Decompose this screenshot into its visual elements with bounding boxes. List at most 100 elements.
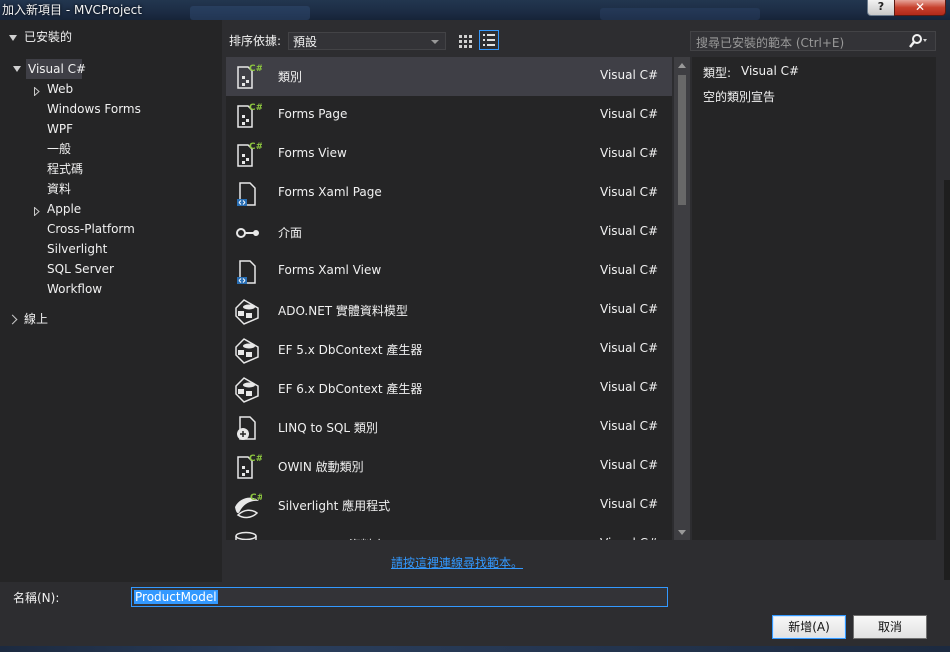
database-icon	[232, 530, 262, 540]
tree-header-installed[interactable]: 已安裝的	[24, 28, 72, 46]
chevron-down-icon	[431, 40, 439, 44]
template-row[interactable]: LINQ to SQL 類別 Visual C#	[226, 408, 672, 447]
template-name: LINQ to SQL 類別	[278, 421, 378, 435]
tree-item[interactable]: 資料	[47, 180, 71, 198]
tree-header-online[interactable]: 線上	[24, 310, 48, 328]
template-row[interactable]: C# 類別 Visual C#	[226, 57, 672, 96]
template-row[interactable]: Forms Xaml Page Visual C#	[226, 174, 672, 213]
sort-label: 排序依據:	[229, 34, 282, 48]
template-language: Visual C#	[600, 536, 658, 540]
title-bar	[0, 0, 950, 20]
tree-item[interactable]: Visual C#	[28, 60, 86, 78]
scrollbar-thumb[interactable]	[678, 75, 686, 205]
tree-collapsed-icon[interactable]	[34, 85, 40, 99]
window-title: 加入新項目 - MVCProject	[2, 3, 142, 17]
template-language: Visual C#	[600, 185, 659, 199]
class-icon: C#	[232, 62, 263, 92]
name-field-value: ProductModel	[134, 590, 218, 604]
template-language: Visual C#	[600, 302, 659, 316]
template-row[interactable]: Forms Xaml View Visual C#	[226, 252, 672, 291]
online-templates-link[interactable]: 請按這裡連線尋找範本。	[391, 554, 523, 571]
list-view-button[interactable]	[479, 30, 499, 50]
template-row[interactable]: C# Forms View Visual C#	[226, 135, 672, 174]
installed-expand-icon[interactable]	[9, 35, 17, 41]
add-button[interactable]: 新增(A)	[772, 615, 846, 639]
template-language: Visual C#	[600, 458, 659, 472]
ef-generator-icon	[232, 335, 262, 365]
close-button[interactable]: ✕	[894, 0, 946, 16]
interface-icon	[232, 218, 262, 248]
template-language: Visual C#	[600, 419, 659, 433]
template-row[interactable]: C# OWIN 啟動類別 Visual C#	[226, 447, 672, 486]
template-language: Visual C#	[600, 224, 659, 238]
tree-item[interactable]: Apple	[47, 200, 81, 218]
tree-item[interactable]: Cross-Platform	[47, 220, 135, 238]
template-row[interactable]: EF 5.x DbContext 產生器 Visual C#	[226, 330, 672, 369]
template-name: Silverlight 應用程式	[278, 499, 391, 513]
scroll-down-icon	[678, 530, 686, 535]
list-view-icon	[483, 34, 495, 46]
template-language: Visual C#	[600, 68, 659, 82]
template-row[interactable]: ADO.NET 實體資料模型 Visual C#	[226, 291, 672, 330]
tree-expanded-icon[interactable]	[13, 66, 21, 72]
tree-item[interactable]: WPF	[47, 120, 73, 138]
svg-text:C#: C#	[249, 142, 262, 152]
template-description: 空的類別宣告	[703, 90, 776, 104]
svg-text:C#: C#	[249, 454, 262, 464]
template-name: Forms Xaml Page	[278, 185, 382, 199]
scroll-up-icon	[678, 63, 686, 68]
template-name: Forms View	[278, 146, 347, 160]
template-name: SQL Server 資料庫	[278, 536, 385, 540]
help-button[interactable]: ?	[867, 0, 895, 16]
grid-view-icon	[459, 35, 472, 48]
forms-view-icon: C#	[232, 140, 263, 170]
owin-icon: C#	[232, 452, 263, 482]
name-field[interactable]: ProductModel	[131, 587, 668, 607]
template-row[interactable]: 介面 Visual C#	[226, 213, 672, 252]
small-icons-view-button[interactable]	[455, 31, 475, 51]
template-row[interactable]: EF 6.x DbContext 產生器 Visual C#	[226, 369, 672, 408]
template-language: Visual C#	[600, 497, 659, 511]
forms-page-icon: C#	[232, 101, 263, 131]
tree-item[interactable]: Web	[47, 80, 73, 98]
template-name: 介面	[278, 226, 303, 240]
sort-value: 預設	[293, 35, 318, 49]
window-bottom-edge	[0, 646, 950, 652]
online-expand-icon[interactable]	[7, 314, 18, 325]
template-language: Visual C#	[600, 146, 659, 160]
tree-item[interactable]: 一般	[47, 140, 71, 158]
type-value: Visual C#	[741, 64, 800, 78]
window-edge	[944, 180, 950, 580]
linq-sql-icon	[232, 413, 262, 443]
svg-text:C#: C#	[250, 493, 262, 503]
template-language: Visual C#	[600, 263, 659, 277]
tree-item[interactable]: SQL Server	[47, 260, 114, 278]
tree-item[interactable]: Silverlight	[47, 240, 107, 258]
entity-model-icon	[232, 296, 262, 326]
template-language: Visual C#	[600, 107, 659, 121]
tree-collapsed-icon[interactable]	[34, 205, 40, 219]
template-name: EF 6.x DbContext 產生器	[278, 382, 423, 396]
details-pane	[692, 57, 936, 540]
tree-item[interactable]: 程式碼	[47, 160, 83, 178]
template-row[interactable]: C# Silverlight 應用程式 Visual C#	[226, 486, 672, 525]
template-language: Visual C#	[600, 341, 659, 355]
template-list[interactable]: C# 類別 Visual C# C# Forms Page Visual C# C# Form…	[226, 57, 672, 540]
sort-dropdown[interactable]: 預設	[288, 32, 446, 50]
type-label: 類型:	[703, 66, 732, 80]
silverlight-icon: C#	[232, 491, 264, 521]
svg-text:C#: C#	[249, 103, 262, 113]
search-icon[interactable]	[908, 33, 927, 49]
template-name: Forms Page	[278, 107, 348, 121]
tree-item[interactable]: Windows Forms	[47, 100, 141, 118]
template-name: ADO.NET 實體資料模型	[278, 304, 408, 318]
xaml-page-icon	[232, 179, 262, 209]
tree-item[interactable]: Workflow	[47, 280, 102, 298]
svg-text:C#: C#	[249, 64, 262, 74]
template-name: Forms Xaml View	[278, 263, 382, 277]
search-placeholder: 搜尋已安裝的範本 (Ctrl+E)	[696, 36, 845, 50]
cancel-button[interactable]: 取消	[853, 615, 927, 639]
template-row[interactable]: C# Forms Page Visual C#	[226, 96, 672, 135]
template-row[interactable]: SQL Server 資料庫 Visual C#	[226, 525, 672, 540]
template-name: 類別	[278, 70, 303, 84]
